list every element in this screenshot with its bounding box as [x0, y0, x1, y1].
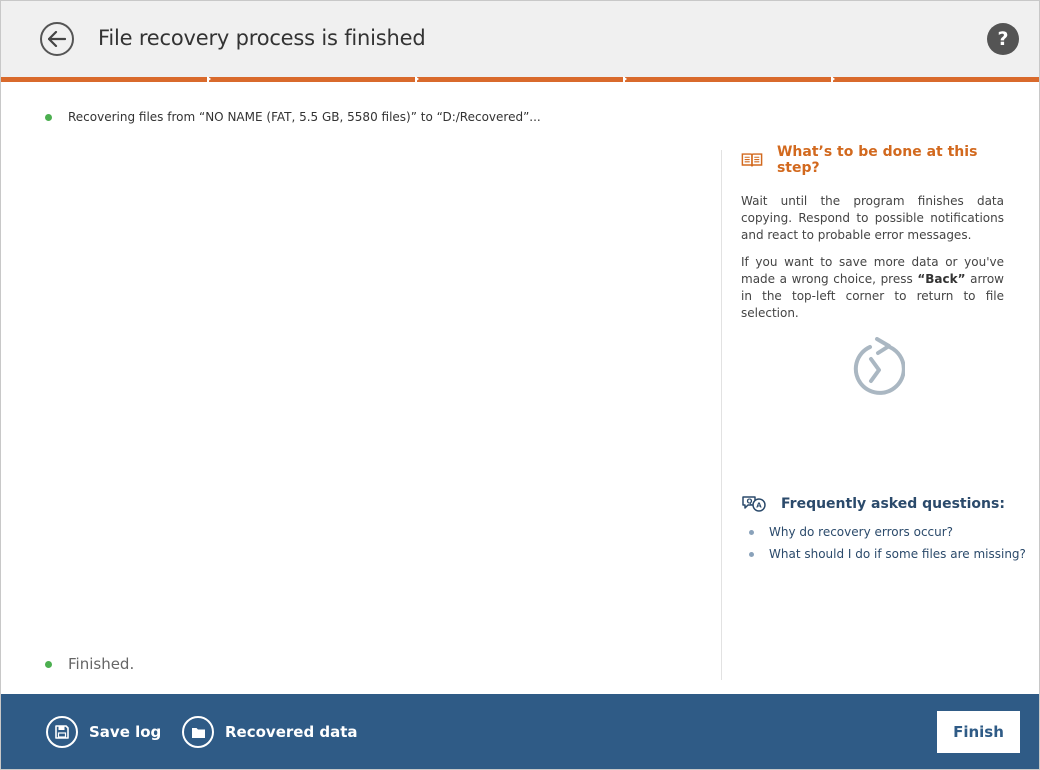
finished-status: Finished. — [45, 655, 134, 673]
bullet-icon — [749, 529, 754, 535]
svg-text:Q: Q — [747, 498, 753, 506]
page-title: File recovery process is finished — [98, 26, 426, 50]
step-progress-bar — [1, 76, 1039, 82]
step-segment-2 — [209, 76, 419, 82]
step-segment-5 — [833, 77, 1039, 82]
help-button[interactable]: ? — [987, 23, 1019, 55]
save-log-label: Save log — [89, 723, 162, 741]
footer-bar: Save log Recovered data Finish — [1, 694, 1039, 769]
recovery-window: File recovery process is finished ? Reco… — [0, 0, 1040, 770]
folder-icon — [191, 727, 205, 738]
question-icon: ? — [997, 28, 1009, 50]
help-heading: What’s to be done at this step? — [776, 144, 978, 176]
arrow-left-icon — [48, 31, 66, 47]
help-panel: What’s to be done at this step? Wait unt… — [741, 144, 1004, 322]
recovering-status: Recovering files from “NO NAME (FAT, 5.5… — [45, 110, 541, 124]
faq-heading-row: Q A Frequently asked questions: — [741, 493, 1031, 515]
step-segment-3 — [417, 76, 627, 82]
save-icon-wrapper — [46, 716, 78, 748]
recovered-data-label: Recovered data — [225, 723, 358, 741]
help-heading-row: What’s to be done at this step? — [741, 144, 1004, 176]
recovered-data-button[interactable]: Recovered data — [182, 716, 358, 748]
back-keyword: “Back” — [917, 272, 966, 286]
folder-icon-wrapper — [182, 716, 214, 748]
save-log-button[interactable]: Save log — [46, 716, 161, 748]
help-paragraph-2: If you want to save more data or you've … — [741, 255, 1004, 320]
faq-item-recovery-errors[interactable]: Why do recovery errors occur? — [741, 521, 1031, 543]
status-dot-icon — [45, 113, 52, 121]
recovering-status-text: Recovering files from “NO NAME (FAT, 5.5… — [68, 110, 541, 124]
panel-divider — [721, 150, 722, 680]
faq-item-missing-files[interactable]: What should I do if some files are missi… — [741, 543, 1031, 565]
help-text: Wait until the program finishes data cop… — [741, 193, 1004, 322]
finish-label: Finish — [953, 723, 1004, 741]
refresh-clock-icon — [853, 337, 905, 395]
faq-chat-icon: Q A — [742, 496, 766, 512]
step-segment-1 — [1, 76, 211, 82]
faq-section: Q A Frequently asked questions: Why do r… — [741, 493, 1031, 565]
faq-heading: Frequently asked questions: — [781, 496, 1005, 512]
faq-list: Why do recovery errors occur? What shoul… — [741, 521, 1031, 565]
floppy-disk-icon — [55, 725, 69, 739]
finish-button[interactable]: Finish — [937, 711, 1020, 753]
bullet-icon — [749, 551, 754, 557]
faq-item-label: What should I do if some files are missi… — [769, 547, 1026, 561]
header-bar: File recovery process is finished ? — [1, 1, 1039, 77]
finished-status-text: Finished. — [68, 655, 135, 673]
back-button[interactable] — [40, 22, 74, 56]
help-paragraph-1: Wait until the program finishes data cop… — [741, 194, 1004, 242]
step-segment-4 — [625, 76, 835, 82]
faq-item-label: Why do recovery errors occur? — [769, 525, 954, 539]
status-dot-icon — [45, 660, 52, 668]
open-book-icon — [741, 153, 763, 167]
svg-text:A: A — [756, 502, 762, 510]
